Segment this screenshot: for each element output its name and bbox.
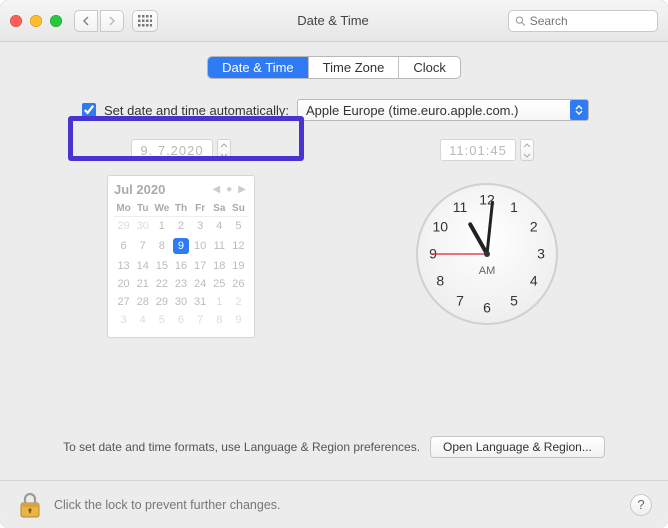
preferences-window: Date & Time Date & Time Time Zone Clock … <box>0 0 668 528</box>
calendar-day[interactable]: 10 <box>191 235 210 257</box>
clock-ampm: AM <box>479 265 496 277</box>
close-icon[interactable] <box>10 15 22 27</box>
calendar-day[interactable]: 7 <box>191 311 210 329</box>
calendar-day[interactable]: 5 <box>229 217 248 236</box>
svg-text:11: 11 <box>453 199 468 215</box>
calendar-day[interactable]: 12 <box>229 235 248 257</box>
calendar-day[interactable]: 27 <box>114 293 133 311</box>
svg-text:1: 1 <box>510 199 518 215</box>
time-server-select[interactable]: Apple Europe (time.euro.apple.com.) <box>297 99 589 121</box>
time-server-value: Apple Europe (time.euro.apple.com.) <box>306 103 518 118</box>
calendar-today-icon[interactable]: ● <box>224 184 234 195</box>
calendar-day[interactable]: 2 <box>229 293 248 311</box>
chevron-up-icon <box>218 140 230 150</box>
time-input[interactable]: 11:01:45 <box>440 139 516 161</box>
date-input[interactable]: 9. 7.2020 <box>131 139 212 161</box>
calendar-day[interactable]: 15 <box>152 257 171 275</box>
calendar-day[interactable]: 19 <box>229 257 248 275</box>
calendar-day[interactable]: 23 <box>171 275 190 293</box>
calendar-day[interactable]: 4 <box>210 217 229 236</box>
time-stepper[interactable] <box>520 139 534 161</box>
calendar-day[interactable]: 26 <box>229 275 248 293</box>
calendar-day[interactable]: 30 <box>171 293 190 311</box>
minimize-icon[interactable] <box>30 15 42 27</box>
calendar-prev-icon[interactable]: ◀ <box>211 184 223 195</box>
help-button[interactable]: ? <box>630 494 652 516</box>
calendar-day[interactable]: 2 <box>171 217 190 236</box>
lock-icon[interactable] <box>16 490 44 520</box>
svg-text:4: 4 <box>530 273 538 289</box>
calendar-day[interactable]: 13 <box>114 257 133 275</box>
svg-text:2: 2 <box>530 219 538 235</box>
calendar-day[interactable]: 24 <box>191 275 210 293</box>
calendar-day[interactable]: 3 <box>114 311 133 329</box>
calendar-next-icon[interactable]: ▶ <box>236 184 248 195</box>
tab-date-time[interactable]: Date & Time <box>208 57 309 78</box>
zoom-icon[interactable] <box>50 15 62 27</box>
calendar-grid: MoTuWeThFrSaSu 2930123456789101112131415… <box>114 201 248 329</box>
tab-time-zone[interactable]: Time Zone <box>309 57 400 78</box>
calendar-day[interactable]: 31 <box>191 293 210 311</box>
calendar-day[interactable]: 9 <box>229 311 248 329</box>
auto-datetime-label: Set date and time automatically: <box>104 103 289 118</box>
chevron-down-icon <box>521 150 533 160</box>
calendar[interactable]: Jul 2020 ◀ ● ▶ MoTuWeThFrSaSu 2930123456… <box>107 175 255 338</box>
calendar-day[interactable]: 14 <box>133 257 152 275</box>
svg-text:8: 8 <box>436 273 444 289</box>
calendar-day[interactable]: 6 <box>171 311 190 329</box>
tab-bar: Date & Time Time Zone Clock <box>18 56 650 79</box>
calendar-day[interactable]: 25 <box>210 275 229 293</box>
svg-text:3: 3 <box>537 246 545 262</box>
svg-text:6: 6 <box>483 300 491 316</box>
calendar-day[interactable]: 6 <box>114 235 133 257</box>
search-input[interactable] <box>530 14 651 28</box>
calendar-day[interactable]: 16 <box>171 257 190 275</box>
chevron-down-icon <box>218 150 230 160</box>
calendar-day[interactable]: 1 <box>152 217 171 236</box>
calendar-day[interactable]: 1 <box>210 293 229 311</box>
tab-clock[interactable]: Clock <box>399 57 460 78</box>
auto-datetime-checkbox[interactable] <box>82 103 96 117</box>
date-stepper[interactable] <box>217 139 231 161</box>
forward-button[interactable] <box>100 10 124 32</box>
open-language-region-button[interactable]: Open Language & Region... <box>430 436 605 458</box>
calendar-day[interactable]: 5 <box>152 311 171 329</box>
calendar-month-label: Jul 2020 <box>114 182 165 197</box>
analog-clock: 123456789101112 AM <box>412 179 562 329</box>
calendar-day[interactable]: 29 <box>114 217 133 236</box>
chevron-up-down-icon <box>570 100 588 120</box>
svg-text:10: 10 <box>432 219 448 235</box>
show-all-button[interactable] <box>132 10 158 32</box>
calendar-day[interactable]: 9 <box>171 235 190 257</box>
format-hint-label: To set date and time formats, use Langua… <box>63 440 420 454</box>
window-title: Date & Time <box>158 13 508 28</box>
calendar-day[interactable]: 17 <box>191 257 210 275</box>
calendar-day[interactable]: 30 <box>133 217 152 236</box>
calendar-day[interactable]: 20 <box>114 275 133 293</box>
calendar-day[interactable]: 3 <box>191 217 210 236</box>
calendar-day[interactable]: 11 <box>210 235 229 257</box>
calendar-day[interactable]: 18 <box>210 257 229 275</box>
back-button[interactable] <box>74 10 98 32</box>
calendar-day[interactable]: 22 <box>152 275 171 293</box>
calendar-day[interactable]: 29 <box>152 293 171 311</box>
calendar-day[interactable]: 8 <box>210 311 229 329</box>
search-field[interactable] <box>508 10 658 32</box>
svg-text:5: 5 <box>510 292 518 308</box>
calendar-day[interactable]: 21 <box>133 275 152 293</box>
window-controls <box>10 15 62 27</box>
titlebar: Date & Time <box>0 0 668 42</box>
calendar-day[interactable]: 8 <box>152 235 171 257</box>
calendar-day[interactable]: 28 <box>133 293 152 311</box>
calendar-day[interactable]: 4 <box>133 311 152 329</box>
chevron-up-icon <box>521 140 533 150</box>
search-icon <box>515 15 526 27</box>
lock-hint-label: Click the lock to prevent further change… <box>54 498 281 512</box>
calendar-day[interactable]: 7 <box>133 235 152 257</box>
svg-text:7: 7 <box>456 292 464 308</box>
